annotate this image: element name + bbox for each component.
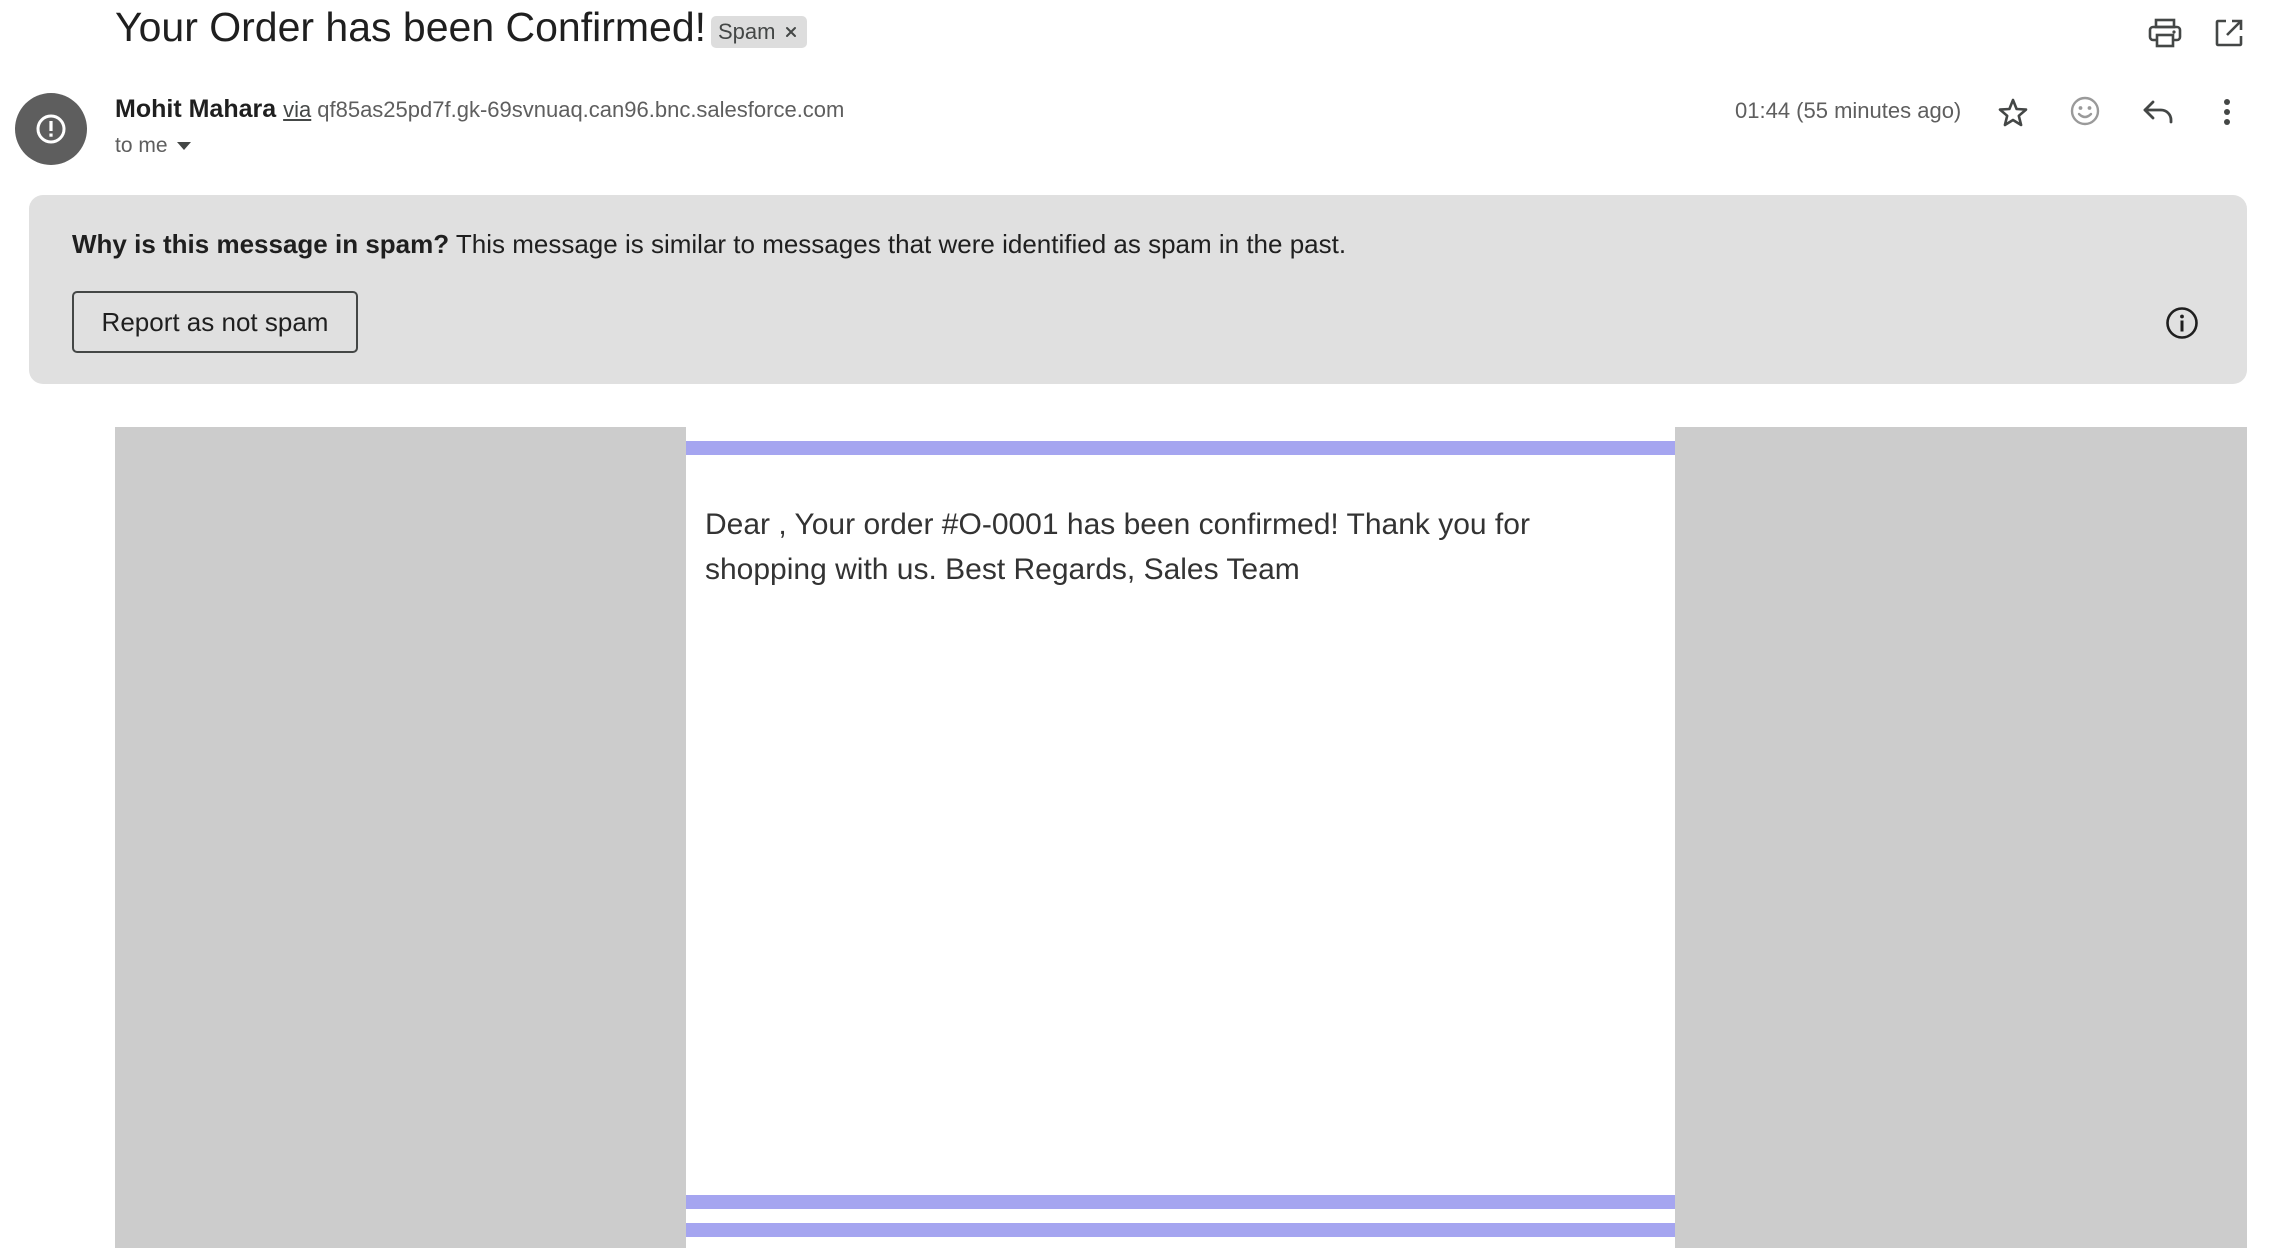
sender-line: Mohit Mahara via qf85as25pd7f.gk-69svnua… xyxy=(115,95,844,124)
sender-address: qf85as25pd7f.gk-69svnuaq.can96.bnc.sales… xyxy=(317,97,845,122)
report-not-spam-button[interactable]: Report as not spam xyxy=(72,291,358,353)
email-left-margin xyxy=(115,427,686,1248)
recipient-label: to me xyxy=(115,134,168,157)
spam-banner-explanation: This message is similar to messages that… xyxy=(455,229,1347,259)
email-subject: Your Order has been Confirmed! xyxy=(115,4,707,50)
accent-stripe-footer xyxy=(686,1223,1675,1237)
timestamp: 01:44 (55 minutes ago) xyxy=(1735,98,1962,123)
spam-banner-question: Why is this message in spam? xyxy=(72,229,450,259)
close-icon[interactable] xyxy=(783,24,799,40)
accent-stripe-top xyxy=(686,441,1675,455)
avatar[interactable] xyxy=(15,93,87,165)
spam-label-text: Spam xyxy=(718,19,776,44)
reply-icon[interactable] xyxy=(2139,95,2177,127)
spam-banner-text: Why is this message in spam? This messag… xyxy=(72,229,1346,260)
spam-warning-banner xyxy=(29,195,2247,384)
email-right-margin xyxy=(1675,427,2247,1248)
info-icon[interactable] xyxy=(2162,303,2202,343)
more-vert-icon[interactable] xyxy=(2212,94,2242,130)
chevron-down-icon[interactable] xyxy=(176,141,192,151)
accent-stripe-bottom xyxy=(686,1195,1675,1209)
print-icon[interactable] xyxy=(2146,16,2184,50)
email-body-text: Dear , Your order #O-0001 has been confi… xyxy=(705,508,1530,586)
recipient-details[interactable]: to me xyxy=(115,134,192,158)
via-link[interactable]: via xyxy=(283,97,311,123)
emoji-reaction-icon[interactable] xyxy=(2067,93,2103,129)
spam-label-chip[interactable]: Spam xyxy=(711,16,808,48)
warning-icon xyxy=(35,113,67,145)
email-body-card: Dear , Your order #O-0001 has been confi… xyxy=(686,427,1675,1248)
star-icon[interactable] xyxy=(1995,95,2031,131)
sender-name[interactable]: Mohit Mahara xyxy=(115,95,276,124)
open-in-new-window-icon[interactable] xyxy=(2211,16,2247,50)
